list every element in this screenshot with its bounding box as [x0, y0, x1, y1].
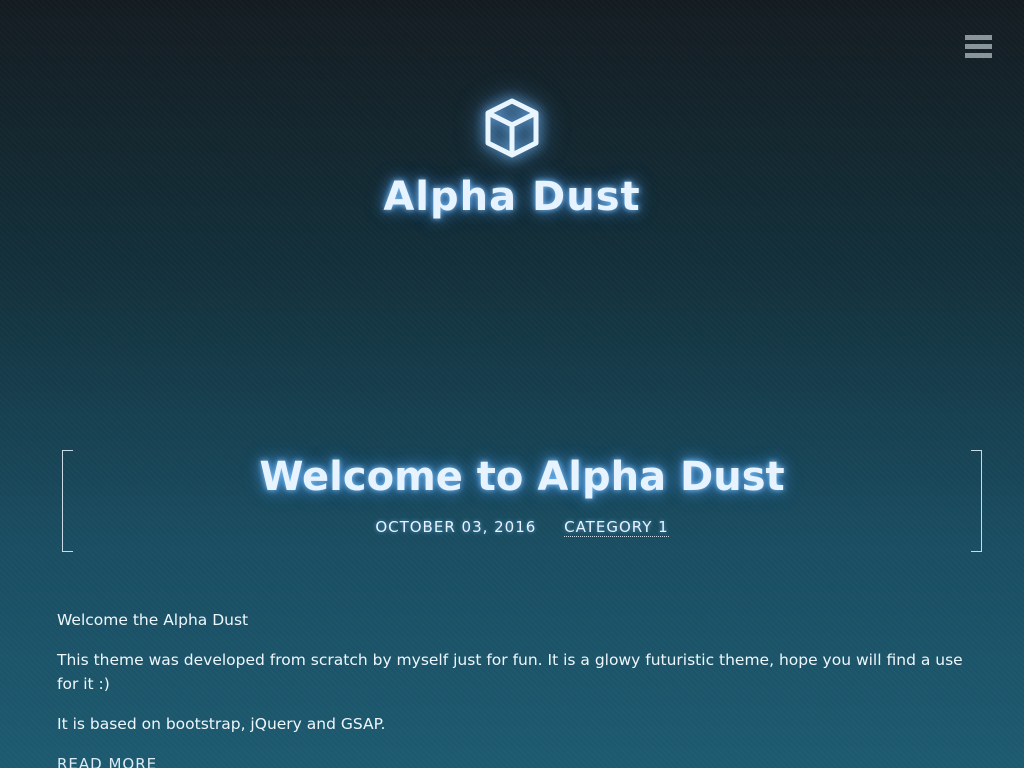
post-category-link[interactable]: CATEGORY 1 [564, 518, 669, 537]
post-paragraph: It is based on bootstrap, jQuery and GSA… [57, 715, 386, 733]
post-title[interactable]: Welcome to Alpha Dust [62, 452, 982, 502]
post-paragraph: Welcome the Alpha Dust [57, 611, 249, 629]
site-header: Alpha Dust [0, 95, 1024, 217]
menu-button[interactable] [965, 35, 993, 59]
post-excerpt: Welcome the Alpha Dust This theme was de… [57, 608, 967, 768]
cube-icon [485, 98, 539, 158]
site-title[interactable]: Alpha Dust [0, 177, 1024, 217]
post-meta: OCTOBER 03, 2016 CATEGORY 1 [62, 518, 982, 537]
post-date: OCTOBER 03, 2016 [375, 518, 537, 536]
read-more-link[interactable]: READ MORE [57, 752, 157, 768]
post-header: Welcome to Alpha Dust OCTOBER 03, 2016 C… [62, 450, 982, 552]
post-paragraph: This theme was developed from scratch by… [57, 651, 963, 693]
